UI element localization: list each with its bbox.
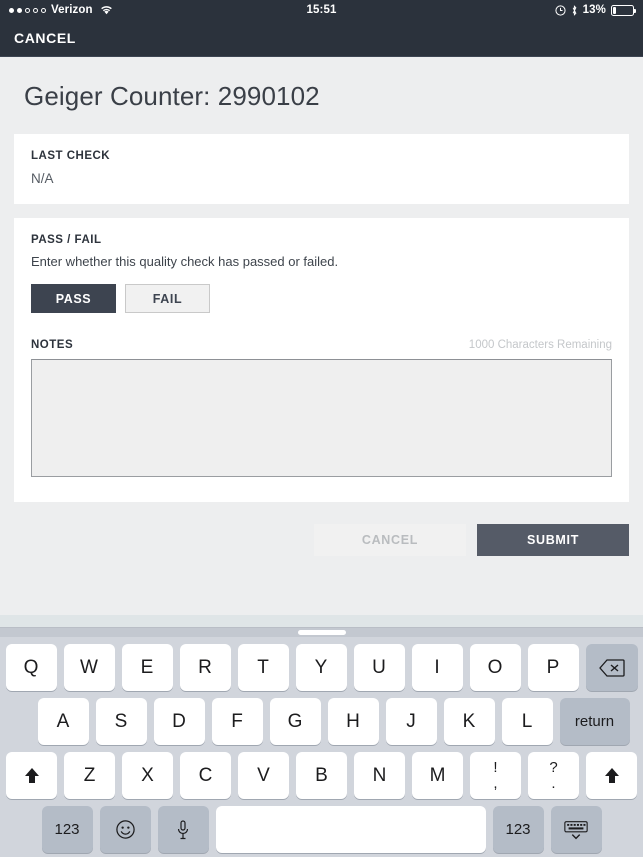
key-e[interactable]: E [121,644,173,691]
hide-keyboard-icon[interactable] [550,806,602,853]
keyboard-row-4: 123 123 [5,806,638,853]
key-u[interactable]: U [353,644,405,691]
return-key[interactable]: return [559,698,630,745]
key-m[interactable]: M [412,752,463,799]
pass-fail-description: Enter whether this quality check has pas… [31,254,339,269]
shift-icon-right[interactable] [586,752,637,799]
key-z[interactable]: Z [64,752,115,799]
fail-button[interactable]: FAIL [125,284,210,313]
backspace-icon[interactable] [585,644,638,691]
notes-header: NOTES 1000 Characters Remaining [31,339,612,351]
key-exclamation-label: ! [493,759,498,776]
key-i[interactable]: I [411,644,463,691]
key-d[interactable]: D [153,698,205,745]
characters-remaining-label: 1000 Characters Remaining [468,339,612,351]
key-k[interactable]: K [443,698,495,745]
key-v[interactable]: V [238,752,289,799]
key-w[interactable]: W [63,644,115,691]
last-check-label: LAST CHECK [31,150,111,162]
microphone-icon[interactable] [157,806,209,853]
key-f[interactable]: F [211,698,263,745]
on-screen-keyboard: Q W E R T Y U I O P A S D F G H J K L re… [0,627,643,857]
notes-input[interactable] [31,359,612,477]
key-a[interactable]: A [37,698,89,745]
key-n[interactable]: N [354,752,405,799]
keyboard-handle-bar [0,628,643,637]
cancel-button[interactable]: CANCEL [314,524,466,556]
key-exclamation-comma[interactable]: ! , [470,752,521,799]
key-c[interactable]: C [180,752,231,799]
drag-handle-icon[interactable] [297,630,346,635]
notes-label: NOTES [31,339,74,351]
key-p[interactable]: P [527,644,579,691]
pass-button[interactable]: PASS [31,284,116,313]
key-y[interactable]: Y [295,644,347,691]
content-area: Geiger Counter: 2990102 LAST CHECK N/A P… [0,57,643,615]
pass-fail-card: PASS / FAIL Enter whether this quality c… [14,218,629,502]
key-question-period[interactable]: ? . [528,752,579,799]
key-j[interactable]: J [385,698,437,745]
keyboard-row-2: A S D F G H J K L return [5,698,638,745]
key-o[interactable]: O [469,644,521,691]
pass-fail-segmented-control: PASS FAIL [31,284,612,313]
submit-button[interactable]: SUBMIT [477,524,629,556]
form-actions: CANCEL SUBMIT [0,524,629,556]
keyboard-row-1: Q W E R T Y U I O P [5,644,638,691]
pass-fail-label: PASS / FAIL [31,234,102,246]
key-period-label: . [551,775,556,792]
key-b[interactable]: B [296,752,347,799]
key-r[interactable]: R [179,644,231,691]
status-bar-clock: 15:51 [306,4,337,16]
app-root: Verizon 15:51 13% CANCEL Geiger Counter:… [0,0,643,857]
last-check-card: LAST CHECK N/A [14,134,629,204]
key-l[interactable]: L [501,698,553,745]
emoji-icon[interactable] [99,806,151,853]
space-key[interactable] [215,806,486,853]
nav-cancel-button[interactable]: CANCEL [14,30,76,46]
status-bar: Verizon 15:51 13% [0,0,643,20]
numeric-key-left[interactable]: 123 [41,806,93,853]
key-comma-label: , [493,775,498,792]
battery-icon [611,4,636,16]
last-check-value: N/A [31,171,54,186]
keyboard-rows: Q W E R T Y U I O P A S D F G H J K L re… [0,637,643,857]
key-h[interactable]: H [327,698,379,745]
key-t[interactable]: T [237,644,289,691]
numeric-key-right[interactable]: 123 [492,806,544,853]
page-title: Geiger Counter: 2990102 [24,81,320,111]
key-s[interactable]: S [95,698,147,745]
shift-icon-left[interactable] [6,752,57,799]
key-x[interactable]: X [122,752,173,799]
key-g[interactable]: G [269,698,321,745]
key-q[interactable]: Q [5,644,57,691]
navigation-bar: CANCEL [0,20,643,57]
key-question-label: ? [549,759,558,776]
keyboard-row-3: Z X C V B N M ! , ? . [5,752,638,799]
